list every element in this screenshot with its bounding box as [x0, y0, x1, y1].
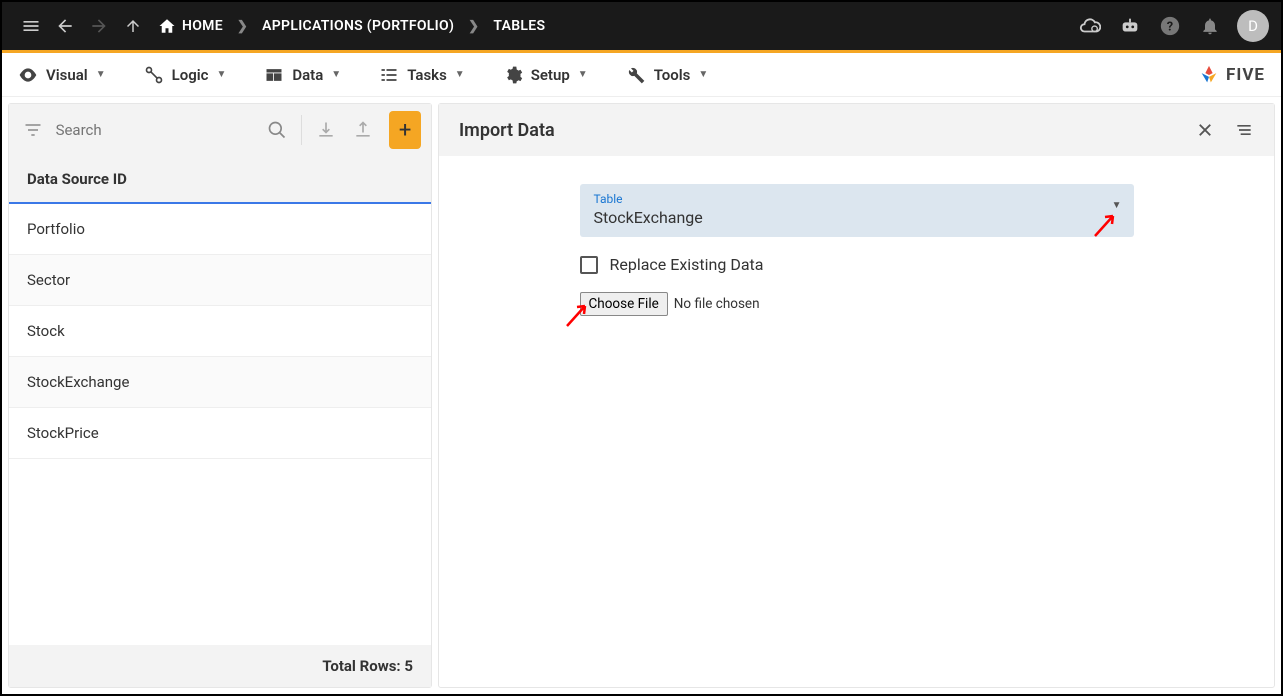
- menu-lines-icon[interactable]: [1234, 120, 1254, 140]
- bot-icon[interactable]: [1113, 9, 1147, 43]
- menu-data[interactable]: Data▼: [264, 65, 341, 85]
- list-item[interactable]: Sector: [9, 255, 431, 306]
- left-toolbar: +: [9, 104, 431, 156]
- panel-title: Import Data: [459, 120, 555, 141]
- hamburger-icon[interactable]: [14, 9, 48, 43]
- breadcrumb-applications[interactable]: APPLICATIONS (PORTFOLIO): [262, 18, 454, 34]
- file-status: No file chosen: [674, 296, 760, 312]
- svg-text:?: ?: [1167, 20, 1173, 35]
- list-item[interactable]: Stock: [9, 306, 431, 357]
- breadcrumb: HOME ❯ APPLICATIONS (PORTFOLIO) ❯ TABLES: [158, 17, 545, 35]
- right-panel: Import Data Table StockExchange ▼ Replac…: [438, 103, 1275, 688]
- left-panel: + Data Source ID Portfolio Sector Stock …: [8, 103, 432, 688]
- help-icon[interactable]: ?: [1153, 9, 1187, 43]
- replace-label: Replace Existing Data: [610, 255, 764, 274]
- menu-bar: Visual▼ Logic▼ Data▼ Tasks▼ Setup▼ Tools…: [2, 53, 1281, 97]
- add-button[interactable]: +: [389, 111, 421, 149]
- list-item[interactable]: StockPrice: [9, 408, 431, 459]
- avatar[interactable]: D: [1237, 10, 1269, 42]
- up-icon[interactable]: [116, 9, 150, 43]
- table-select-label: Table: [594, 192, 1120, 206]
- brand-logo: FIVE: [1198, 64, 1265, 86]
- chevron-down-icon: ▼: [1112, 200, 1122, 211]
- search-input[interactable]: [56, 121, 255, 139]
- choose-file-button[interactable]: Choose File: [580, 292, 668, 316]
- list-item[interactable]: Portfolio: [9, 204, 431, 255]
- breadcrumb-home[interactable]: HOME: [158, 17, 223, 35]
- search-icon[interactable]: [263, 113, 292, 147]
- replace-checkbox[interactable]: [580, 256, 598, 274]
- upload-icon[interactable]: [349, 113, 378, 147]
- forward-icon: [82, 9, 116, 43]
- right-header: Import Data: [439, 104, 1274, 156]
- download-icon[interactable]: [312, 113, 341, 147]
- cloud-sync-icon[interactable]: [1073, 9, 1107, 43]
- close-icon[interactable]: [1196, 120, 1214, 140]
- filter-icon[interactable]: [19, 113, 48, 147]
- back-icon[interactable]: [48, 9, 82, 43]
- menu-tools[interactable]: Tools▼: [626, 65, 709, 85]
- bell-icon[interactable]: [1193, 9, 1227, 43]
- footer-total: Total Rows: 5: [9, 645, 431, 687]
- menu-tasks[interactable]: Tasks▼: [379, 65, 465, 85]
- top-bar: HOME ❯ APPLICATIONS (PORTFOLIO) ❯ TABLES…: [2, 2, 1281, 50]
- column-header[interactable]: Data Source ID: [9, 156, 431, 204]
- chevron-right-icon: ❯: [237, 19, 248, 34]
- table-select-value: StockExchange: [594, 208, 1120, 227]
- menu-visual[interactable]: Visual▼: [18, 65, 106, 85]
- chevron-right-icon: ❯: [468, 19, 479, 34]
- breadcrumb-tables[interactable]: TABLES: [493, 18, 545, 34]
- import-form: Table StockExchange ▼ Replace Existing D…: [439, 156, 1274, 316]
- menu-setup[interactable]: Setup▼: [503, 65, 588, 85]
- data-list: Portfolio Sector Stock StockExchange Sto…: [9, 204, 431, 645]
- list-item[interactable]: StockExchange: [9, 357, 431, 408]
- menu-logic[interactable]: Logic▼: [144, 65, 227, 85]
- table-select[interactable]: Table StockExchange ▼: [580, 184, 1134, 237]
